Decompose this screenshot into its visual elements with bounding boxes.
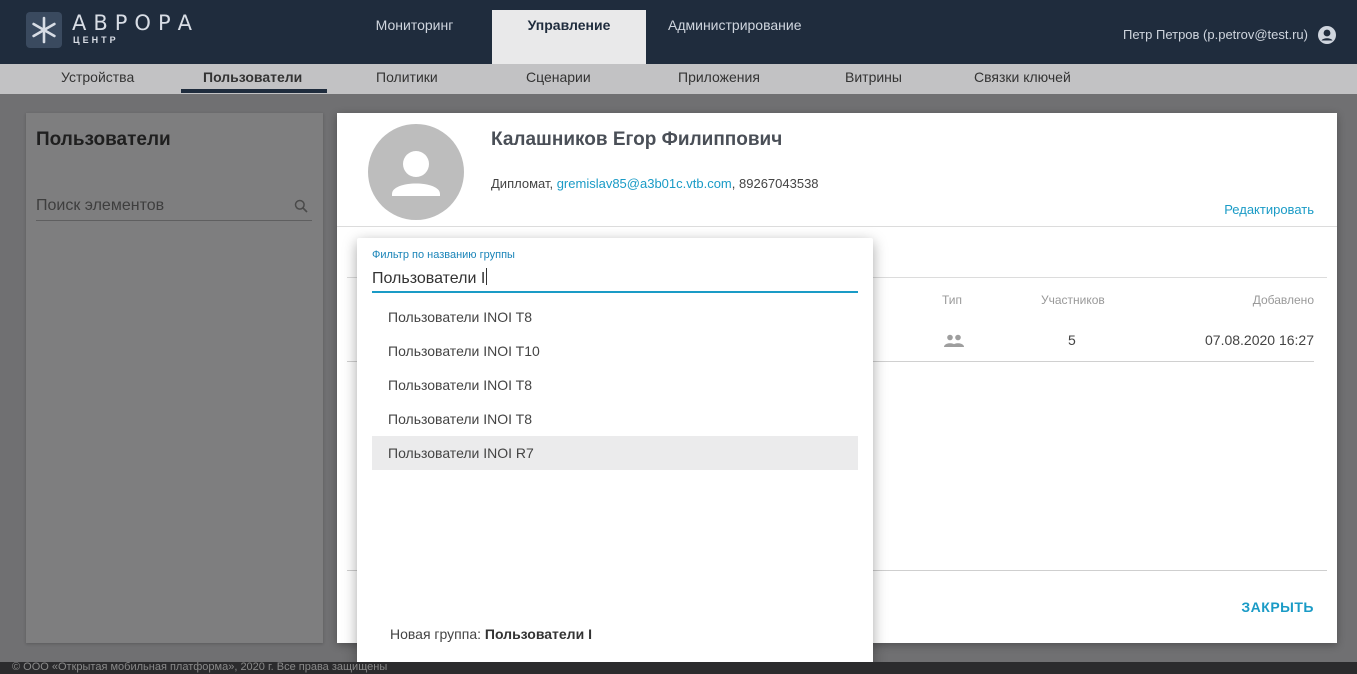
account-icon[interactable] <box>1317 25 1337 45</box>
group-filter-dropdown: Фильтр по названию группы Пользователи I… <box>357 238 873 668</box>
users-panel: Пользователи Поиск элементов <box>26 113 323 643</box>
group-icon <box>944 334 964 347</box>
column-header-members[interactable]: Участников <box>1041 293 1105 307</box>
panel-title: Пользователи <box>36 129 171 150</box>
user-name[interactable]: Петр Петров (p.petrov@test.ru) <box>1123 27 1308 42</box>
top-navbar: АВРОРА ЦЕНТР Мониторинг Управление Админ… <box>0 0 1357 64</box>
divider <box>337 226 1337 227</box>
subtab-scenarios[interactable]: Сценарии <box>526 69 591 85</box>
user-role: Дипломат <box>491 176 550 191</box>
search-input[interactable]: Поиск элементов <box>36 193 312 221</box>
new-group-prefix: Новая группа: <box>390 626 482 642</box>
tab-management[interactable]: Управление <box>492 10 646 64</box>
filter-label: Фильтр по названию группы <box>372 249 515 261</box>
user-full-name: Калашников Егор Филиппович <box>491 129 783 150</box>
avatar <box>368 124 464 220</box>
dropdown-option[interactable]: Пользователи INOI T8 <box>372 402 858 436</box>
active-subtab-indicator <box>181 89 327 93</box>
search-icon[interactable] <box>294 199 308 213</box>
logo-subtext: ЦЕНТР <box>73 35 119 45</box>
aurora-logo-icon[interactable] <box>26 12 62 48</box>
subtab-apps[interactable]: Приложения <box>678 69 760 85</box>
subtab-users[interactable]: Пользователи <box>203 69 302 85</box>
edit-button[interactable]: Редактировать <box>1224 202 1314 217</box>
logo-text: АВРОРА <box>72 11 199 35</box>
close-button[interactable]: ЗАКРЫТЬ <box>1241 599 1314 615</box>
new-group-option[interactable]: Новая группа: Пользователи I <box>390 626 592 642</box>
user-email-link[interactable]: gremislav85@a3b01c.vtb.com <box>557 176 732 191</box>
footer: © ООО «Открытая мобильная платформа», 20… <box>0 662 1357 674</box>
column-header-added[interactable]: Добавлено <box>1253 293 1314 307</box>
subtab-showcases[interactable]: Витрины <box>845 69 902 85</box>
search-placeholder: Поиск элементов <box>36 197 165 214</box>
tab-administration[interactable]: Администрирование <box>646 10 826 64</box>
column-header-type[interactable]: Тип <box>942 293 962 307</box>
dropdown-option-highlighted[interactable]: Пользователи INOI R7 <box>372 436 858 470</box>
new-group-name: Пользователи I <box>484 626 592 642</box>
copyright-text: © ООО «Открытая мобильная платформа», 20… <box>12 662 388 673</box>
dropdown-option[interactable]: Пользователи INOI T8 <box>372 368 858 402</box>
user-details: Дипломат, gremislav85@a3b01c.vtb.com, 89… <box>491 176 819 191</box>
added-date: 07.08.2020 16:27 <box>1205 332 1314 348</box>
main-tabs: Мониторинг Управление Администрирование <box>337 10 826 64</box>
subtab-devices[interactable]: Устройства <box>61 69 134 85</box>
subtab-keychains[interactable]: Связки ключей <box>974 69 1071 85</box>
user-phone: 89267043538 <box>739 176 819 191</box>
text-caret <box>486 268 488 285</box>
filter-value: Пользователи I <box>372 270 486 287</box>
group-filter-input[interactable]: Пользователи I <box>372 266 858 293</box>
dropdown-option[interactable]: Пользователи INOI T10 <box>372 334 858 368</box>
members-count: 5 <box>1068 332 1076 348</box>
dropdown-option[interactable]: Пользователи INOI T8 <box>372 300 858 334</box>
person-icon <box>392 151 440 196</box>
tab-monitoring[interactable]: Мониторинг <box>337 10 492 64</box>
subtab-policies[interactable]: Политики <box>376 69 438 85</box>
